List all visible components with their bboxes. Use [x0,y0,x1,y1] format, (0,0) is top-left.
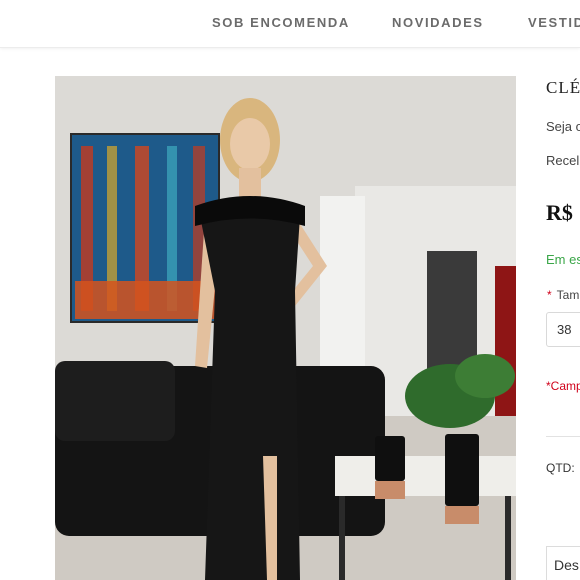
product-description-line-1: Seja o [546,119,580,134]
tab-description[interactable]: Des [546,546,580,580]
nav-link-vestidos[interactable]: VESTID [528,15,580,30]
nav-link-novidades[interactable]: NOVIDADES [392,15,484,30]
quantity-label: QTD: [546,461,575,475]
size-select[interactable]: 38 [546,312,580,347]
product-image[interactable] [55,76,516,580]
required-fields-note: *Camp [546,379,580,393]
stock-status: Em es [546,252,580,267]
nav-link-sob-encomenda[interactable]: SOB ENCOMENDA [212,15,350,30]
top-navigation: SOB ENCOMENDA NOVIDADES VESTID [0,0,580,48]
size-label: * Tam [547,288,579,302]
required-asterisk: * [547,288,552,302]
size-label-text: Tam [556,288,580,302]
divider [546,436,580,437]
product-description-line-2: Recel [546,153,580,168]
product-photo-illustration [55,76,516,580]
product-title: CLÉ [546,78,580,97]
product-price: R$ [546,200,573,225]
